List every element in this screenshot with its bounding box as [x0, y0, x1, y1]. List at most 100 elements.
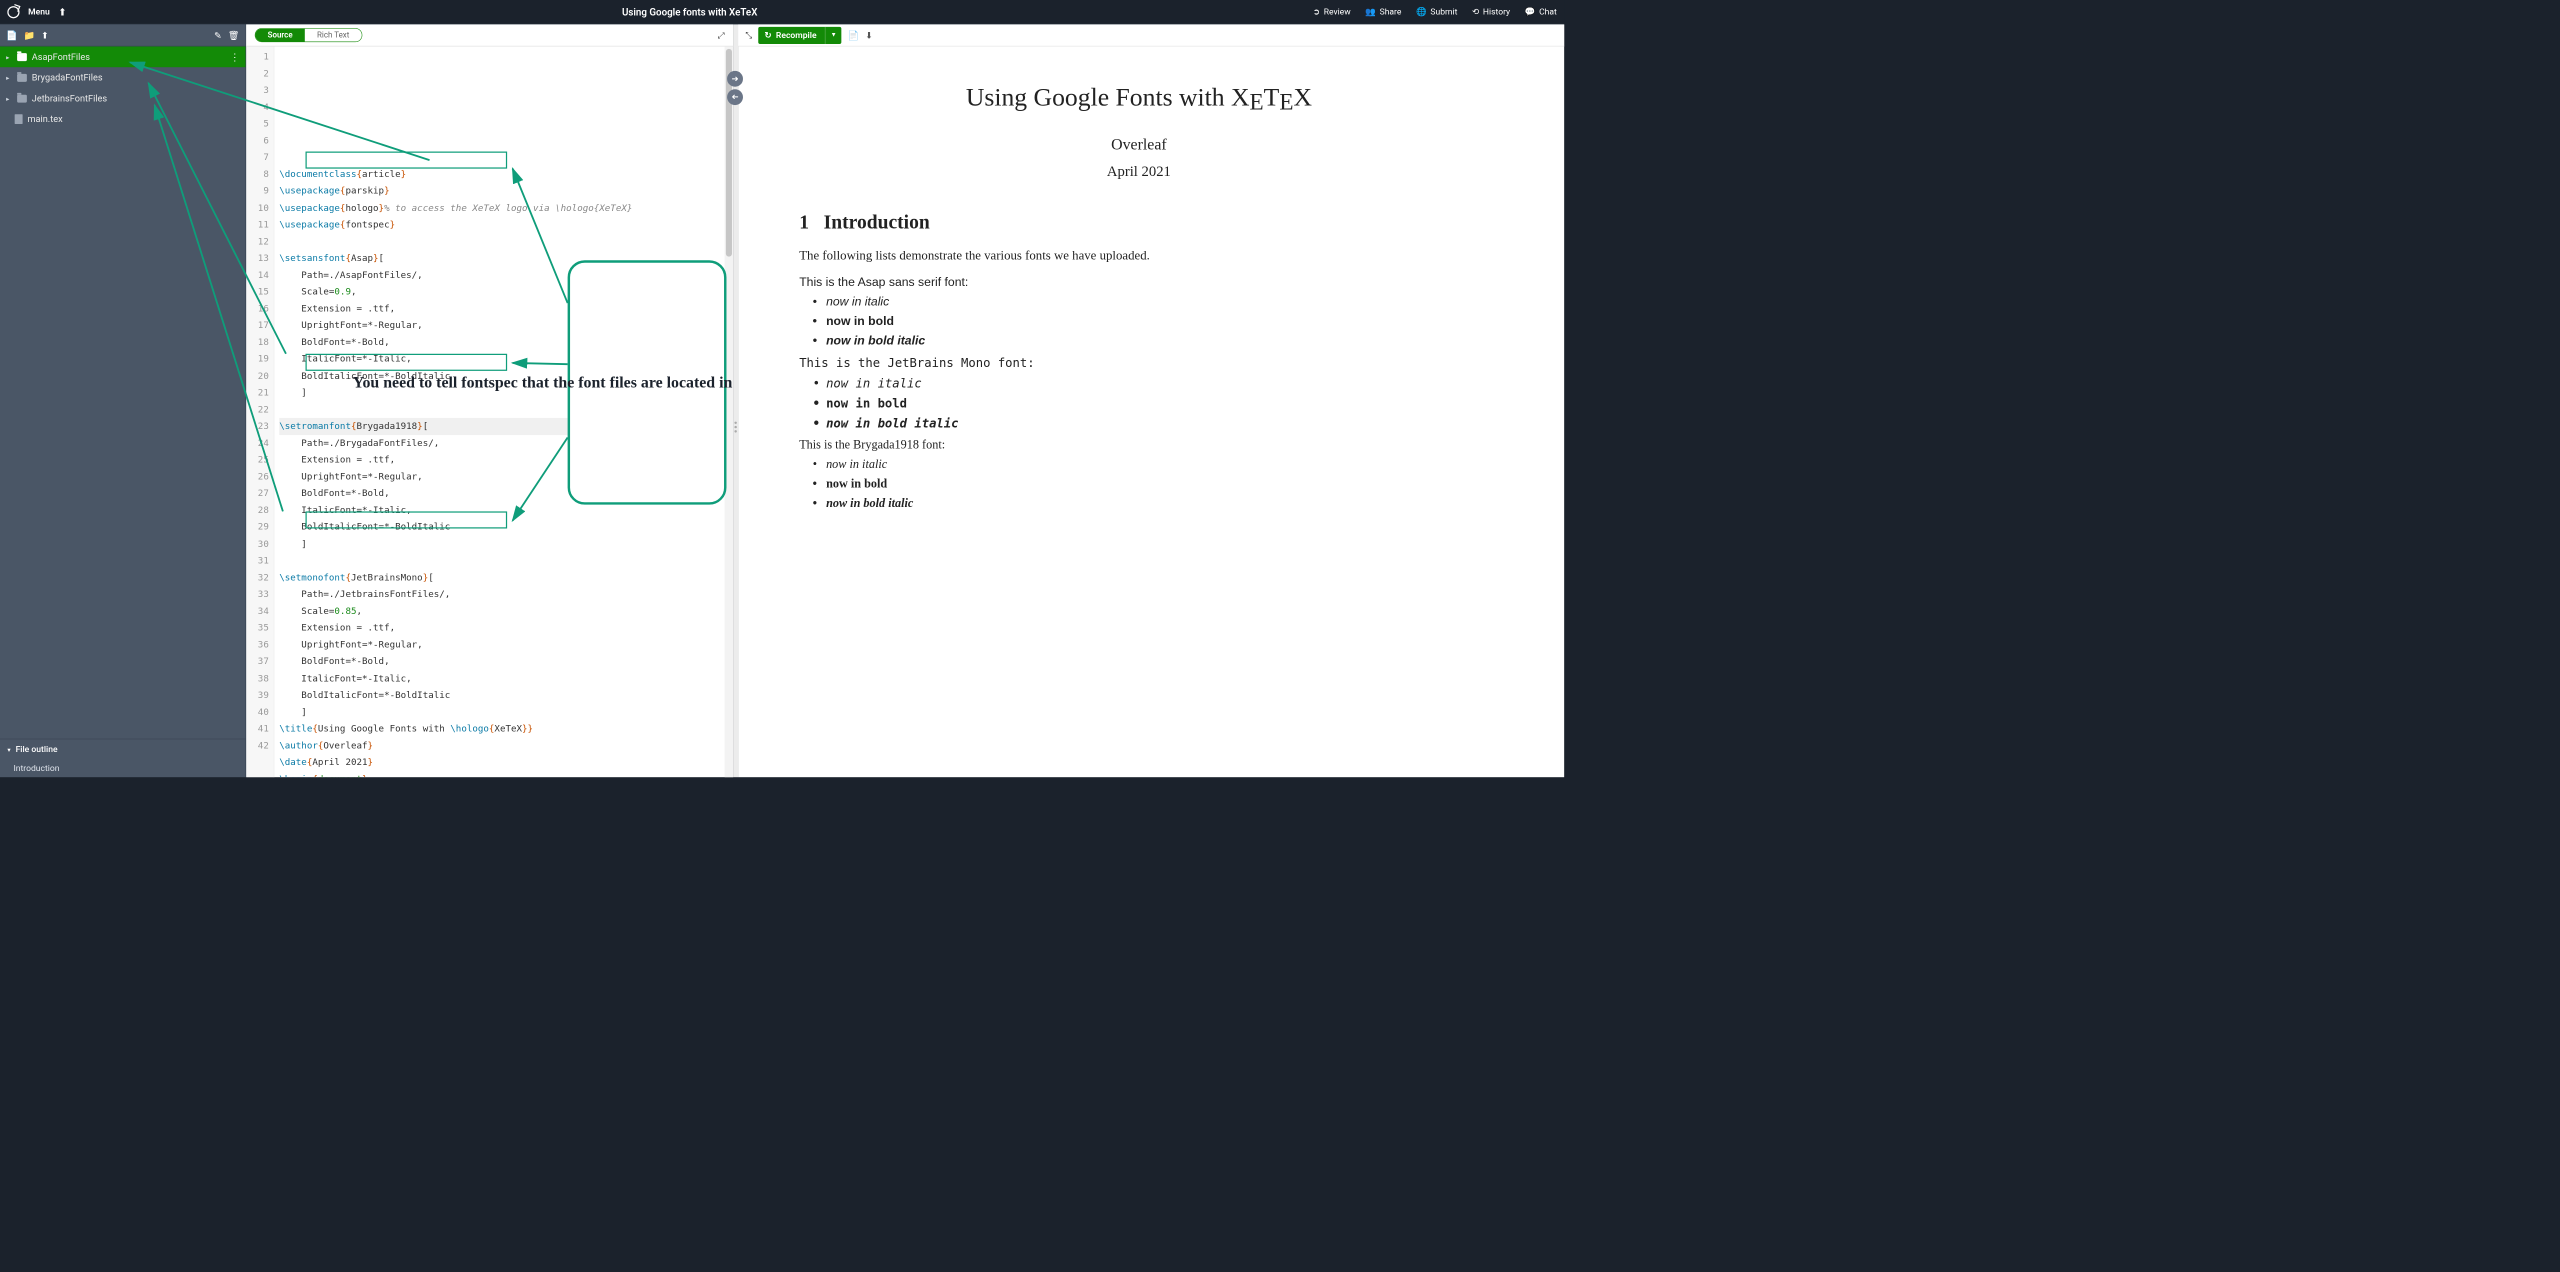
folder-icon: [17, 74, 27, 82]
folder-item[interactable]: ▸AsapFontFiles⋮: [0, 46, 246, 67]
code-line[interactable]: \usepackage{parskip}: [279, 183, 733, 200]
code-line[interactable]: BoldItalicFont=*-BoldItalic: [279, 687, 733, 704]
item-label: JetbrainsFontFiles: [32, 93, 107, 104]
code-line[interactable]: [279, 233, 733, 250]
source-mode-button[interactable]: Source: [255, 29, 304, 42]
font-block-lead: This is the Asap sans serif font:: [799, 276, 1478, 290]
preview-panel: ⤡ ↻Recompile ▼ 📄 ⬇ Using Google Fonts wi…: [738, 24, 1564, 777]
topbar: Menu ⬆ Using Google fonts with XeTeX ➲Re…: [0, 0, 1564, 24]
review-button[interactable]: ➲Review: [1313, 7, 1351, 17]
list-item: now in bold: [826, 477, 1479, 491]
chat-button[interactable]: 💬Chat: [1525, 7, 1557, 17]
recompile-icon: ↻: [764, 30, 771, 40]
outline-item[interactable]: Introduction: [0, 760, 246, 777]
pdf-preview[interactable]: Using Google Fonts with XETEX Overleaf A…: [738, 46, 1564, 777]
richtext-mode-button[interactable]: Rich Text: [305, 29, 362, 42]
upload-icon[interactable]: ⬆: [58, 6, 66, 18]
code-line[interactable]: Path=./JetbrainsFontFiles/,: [279, 586, 733, 603]
folder-icon: [17, 94, 27, 102]
code-line[interactable]: UprightFont=*-Regular,: [279, 636, 733, 653]
upload-file-icon[interactable]: ⬆: [41, 30, 49, 41]
folder-item[interactable]: ▸ BrygadaFontFiles: [0, 67, 246, 88]
caret-right-icon: ▸: [6, 74, 12, 82]
submit-button[interactable]: 🌐Submit: [1416, 7, 1457, 17]
code-line[interactable]: Scale=0.85,: [279, 603, 733, 620]
folder-item[interactable]: ▸ JetbrainsFontFiles: [0, 88, 246, 109]
editor-mode-toggle: Source Rich Text: [255, 28, 362, 42]
file-outline-header[interactable]: ▾ File outline: [0, 739, 246, 760]
item-label: main.tex: [27, 114, 62, 125]
annotation-callout: You need to tell fontspec that the font …: [568, 260, 727, 504]
code-editor[interactable]: 1234567891011121314151617181920212223242…: [246, 46, 733, 777]
doc-date: April 2021: [799, 164, 1478, 180]
font-block-lead: This is the JetBrains Mono font:: [799, 356, 1478, 371]
list-item: now in bold italic: [826, 416, 1479, 431]
list-item: now in bold italic: [826, 497, 1479, 511]
section-heading: 1 Introduction: [799, 211, 1478, 234]
code-line[interactable]: \date{April 2021}: [279, 754, 733, 771]
file-tree-panel: 📄 📁 ⬆ ✎ 🗑 ▸ AsapFontFiles ⋮ ▸ BrygadaFontFil…: [0, 24, 246, 777]
item-label: BrygadaFontFiles: [32, 72, 103, 83]
download-pdf-icon[interactable]: ⬇: [865, 30, 873, 41]
file-list: ▸AsapFontFiles⋮▸BrygadaFontFiles▸Jetbrai…: [0, 46, 246, 738]
editor-gutter: 1234567891011121314151617181920212223242…: [246, 46, 274, 777]
code-line[interactable]: ]: [279, 536, 733, 553]
list-item: now in italic: [826, 295, 1479, 309]
preview-toolbar: ⤡ ↻Recompile ▼ 📄 ⬇: [738, 24, 1564, 46]
submit-icon: 🌐: [1416, 7, 1427, 17]
code-line[interactable]: ]: [279, 704, 733, 721]
list-item: now in italic: [826, 458, 1479, 472]
editor-toolbar: Source Rich Text ⤢: [246, 24, 733, 46]
menu-button[interactable]: Menu: [28, 7, 50, 17]
collapse-preview-icon[interactable]: ⤡: [745, 30, 752, 40]
recompile-button[interactable]: ↻Recompile ▼: [758, 27, 841, 44]
code-line[interactable]: \usepackage{fontspec}: [279, 216, 733, 233]
delete-icon[interactable]: 🗑: [228, 30, 240, 41]
file-icon: [15, 114, 23, 124]
code-line[interactable]: \setmonofont{JetBrainsMono}[: [279, 569, 733, 586]
share-button[interactable]: 👥Share: [1365, 7, 1401, 17]
code-line[interactable]: Extension = .ttf,: [279, 620, 733, 637]
chat-icon: 💬: [1525, 7, 1536, 17]
list-item: now in bold: [826, 315, 1479, 329]
recompile-dropdown[interactable]: ▼: [825, 27, 841, 44]
main: 📄 📁 ⬆ ✎ 🗑 ▸ AsapFontFiles ⋮ ▸ BrygadaFontFil…: [0, 24, 1564, 777]
code-line[interactable]: \title{Using Google Fonts with \hologo{X…: [279, 720, 733, 737]
project-title: Using Google fonts with XeTeX: [66, 6, 1312, 18]
code-line[interactable]: \begin{document}: [279, 771, 733, 777]
expand-editor-icon[interactable]: ⤢: [718, 30, 725, 40]
new-folder-icon[interactable]: 📁: [24, 30, 35, 41]
history-button[interactable]: ⟲History: [1472, 7, 1510, 17]
doc-title: Using Google Fonts with XETEX: [799, 83, 1478, 112]
code-line[interactable]: [279, 552, 733, 569]
code-line[interactable]: \usepackage{hologo}% to access the XeTeX…: [279, 199, 733, 216]
code-line[interactable]: BoldFont=*-Bold,: [279, 653, 733, 670]
chevron-down-icon: ▾: [7, 746, 10, 754]
history-icon: ⟲: [1472, 7, 1479, 17]
list-item: now in bold: [826, 396, 1479, 411]
logs-icon[interactable]: 📄: [848, 30, 859, 41]
editor-code[interactable]: You need to tell fontspec that the font …: [274, 46, 733, 777]
code-line[interactable]: \author{Overleaf}: [279, 737, 733, 754]
list-item: now in bold italic: [826, 334, 1479, 348]
item-label: AsapFontFiles: [32, 51, 90, 62]
rename-icon[interactable]: ✎: [214, 30, 222, 41]
share-icon: 👥: [1365, 7, 1376, 17]
code-line[interactable]: ItalicFont=*-Italic,: [279, 670, 733, 687]
new-file-icon[interactable]: 📄: [6, 30, 17, 41]
review-icon: ➲: [1313, 7, 1320, 17]
folder-icon: [17, 53, 27, 61]
doc-author: Overleaf: [799, 136, 1478, 154]
more-icon[interactable]: ⋮: [230, 51, 240, 63]
intro-para: The following lists demonstrate the vari…: [799, 248, 1478, 263]
editor-panel: Source Rich Text ⤢ 123456789101112131415…: [246, 24, 733, 777]
list-item: now in italic: [826, 376, 1479, 391]
overleaf-logo-icon[interactable]: [7, 6, 19, 18]
font-block-lead: This is the Brygada1918 font:: [799, 438, 1478, 452]
file-item[interactable]: main.tex: [0, 109, 246, 130]
file-tree-toolbar: 📄 📁 ⬆ ✎ 🗑: [0, 24, 246, 46]
caret-right-icon: ▸: [6, 94, 12, 102]
code-line[interactable]: \documentclass{article}: [279, 166, 733, 183]
file-outline: ▾ File outline Introduction: [0, 739, 246, 777]
code-line[interactable]: BoldItalicFont=*-BoldItalic: [279, 519, 733, 536]
